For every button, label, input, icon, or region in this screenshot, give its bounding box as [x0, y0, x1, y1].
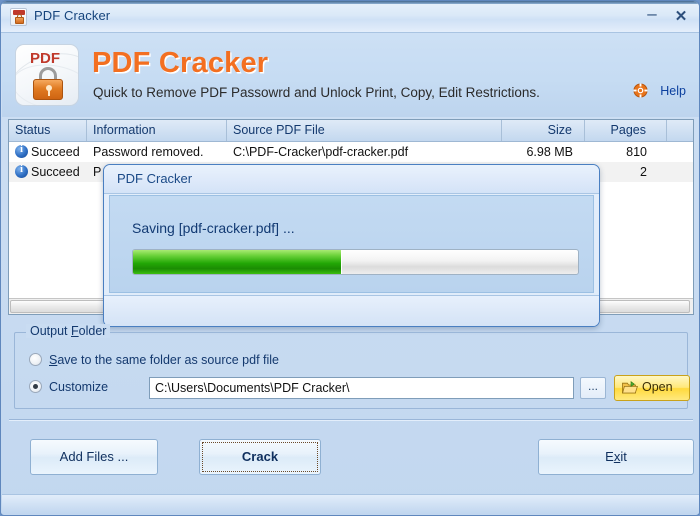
- window-icon-lock: [15, 17, 24, 24]
- cell-size: 6.98 MB: [526, 145, 573, 159]
- radio-same-folder-indicator[interactable]: [29, 353, 42, 366]
- column-header-source[interactable]: Source PDF File: [227, 120, 502, 141]
- output-folder-group: Output Folder Save to the same folder as…: [14, 324, 690, 409]
- table-row[interactable]: Succeed Password removed. C:\PDF-Cracker…: [9, 142, 693, 162]
- dialog-title-bar: PDF Cracker: [104, 165, 599, 194]
- dialog-footer: [104, 295, 599, 326]
- exit-post: it: [620, 449, 627, 464]
- radio-same-folder-label: ave to the same folder as source pdf fil…: [57, 353, 279, 367]
- cell-status: Succeed: [9, 165, 87, 179]
- window-icon: [10, 8, 27, 26]
- progress-bar: [132, 249, 579, 275]
- close-button[interactable]: ✕: [670, 9, 692, 27]
- logo-pdf-text: PDF: [30, 50, 60, 67]
- column-header-spacer: [667, 120, 693, 141]
- logo-padlock-keyslot: [48, 89, 50, 96]
- info-icon: [15, 165, 28, 178]
- legend-pre: Output: [30, 324, 71, 338]
- app-title: PDF Cracker: [92, 47, 269, 79]
- window-title: PDF Cracker: [34, 8, 111, 23]
- radio-customize-indicator[interactable]: [29, 380, 42, 393]
- legend-post: older: [78, 324, 107, 338]
- progress-bar-fill: [133, 250, 343, 274]
- footer-separator: [9, 419, 693, 421]
- lifering-icon[interactable]: [633, 83, 648, 98]
- column-header-status[interactable]: Status: [9, 120, 87, 141]
- header-banner: PDF PDF Cracker Quick to Remove PDF Pass…: [2, 33, 699, 117]
- logo-padlock-body: [33, 79, 63, 100]
- cell-status-text: Succeed: [31, 145, 80, 159]
- radio-customize[interactable]: Customize: [29, 380, 108, 394]
- cell-status: Succeed: [9, 145, 87, 159]
- status-bar: [2, 494, 699, 514]
- crack-button-focus-ring: [202, 442, 318, 472]
- add-files-button[interactable]: Add Files ...: [30, 439, 158, 475]
- output-path-input[interactable]: C:\Users\Documents\PDF Cracker\: [149, 377, 574, 399]
- cell-source: C:\PDF-Cracker\pdf-cracker.pdf: [233, 145, 409, 159]
- column-header-size[interactable]: Size: [502, 120, 585, 141]
- cell-pages: 810: [626, 145, 647, 159]
- output-folder-legend: Output Folder: [26, 324, 111, 338]
- cell-status-text: Succeed: [31, 165, 80, 179]
- exit-button[interactable]: Exit: [538, 439, 694, 475]
- dialog-title: PDF Cracker: [117, 171, 193, 186]
- application-window: PDF Cracker – ✕ PDF PDF Cracker Quick to…: [0, 0, 700, 516]
- exit-pre: E: [605, 449, 614, 464]
- column-header-information[interactable]: Information: [87, 120, 227, 141]
- crack-button[interactable]: Crack: [199, 439, 321, 475]
- legend-accesskey: F: [71, 324, 79, 338]
- info-icon: [15, 145, 28, 158]
- open-folder-label: Open: [642, 380, 673, 394]
- progress-dialog: PDF Cracker Saving [pdf-cracker.pdf] ...: [103, 164, 600, 327]
- table-header-row: Status Information Source PDF File Size …: [9, 120, 693, 142]
- app-subtitle: Quick to Remove PDF Passowrd and Unlock …: [93, 85, 540, 100]
- browse-button[interactable]: ...: [580, 377, 606, 399]
- app-logo: PDF: [15, 44, 79, 106]
- column-header-pages[interactable]: Pages: [585, 120, 667, 141]
- open-folder-button[interactable]: Open: [614, 375, 690, 401]
- dialog-body: Saving [pdf-cracker.pdf] ...: [109, 195, 594, 293]
- minimize-button[interactable]: –: [641, 5, 663, 27]
- radio-save-same-folder[interactable]: Save to the same folder as source pdf fi…: [29, 353, 279, 367]
- open-folder-icon: [622, 381, 638, 394]
- cell-information: Password removed.: [93, 145, 204, 159]
- dialog-message: Saving [pdf-cracker.pdf] ...: [132, 220, 295, 236]
- help-link[interactable]: Help: [660, 84, 686, 98]
- title-bar: PDF Cracker – ✕: [1, 1, 699, 33]
- radio-customize-label: Customize: [49, 380, 109, 394]
